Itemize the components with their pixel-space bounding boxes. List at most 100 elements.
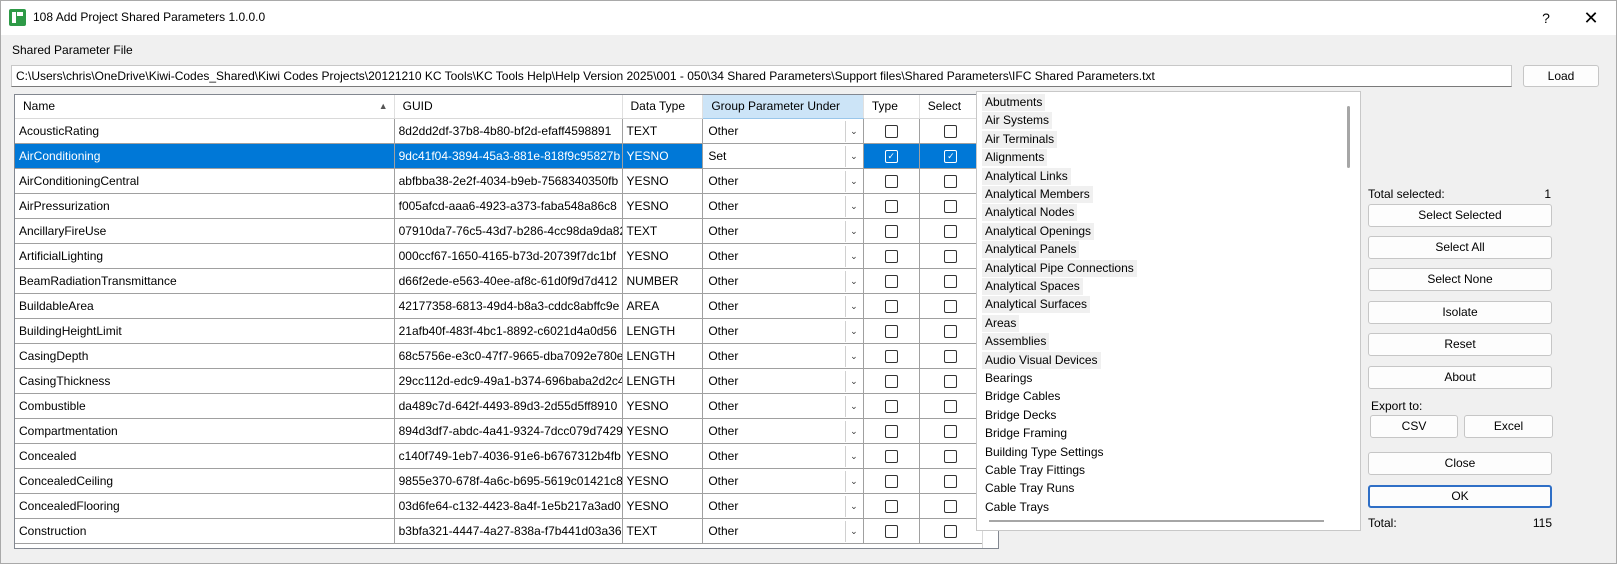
group-combo-cell[interactable]: Other ⌄ xyxy=(702,193,864,219)
select-checkbox-cell[interactable] xyxy=(919,268,982,294)
group-combo-cell[interactable]: Other ⌄ xyxy=(702,393,864,419)
list-item[interactable]: Assemblies xyxy=(982,333,1050,351)
param-name-cell[interactable]: Construction xyxy=(15,518,395,544)
group-parameter-dropdown[interactable]: Other ⌄ xyxy=(707,345,863,367)
chevron-down-icon[interactable]: ⌄ xyxy=(844,121,862,142)
group-parameter-dropdown[interactable]: Other ⌄ xyxy=(707,270,863,292)
group-parameter-dropdown[interactable]: Other ⌄ xyxy=(707,495,863,517)
group-parameter-dropdown[interactable]: Other ⌄ xyxy=(707,120,863,142)
chevron-down-icon[interactable]: ⌄ xyxy=(844,421,862,442)
select-checkbox[interactable] xyxy=(944,224,958,238)
list-item[interactable]: Analytical Panels xyxy=(982,241,1080,259)
column-header-group-parameter-under[interactable]: Group Parameter Under xyxy=(702,95,864,119)
list-item[interactable]: Analytical Openings xyxy=(982,222,1095,240)
select-checkbox-cell[interactable] xyxy=(919,418,982,444)
list-item[interactable]: Areas xyxy=(982,314,1020,332)
group-parameter-dropdown[interactable]: Other ⌄ xyxy=(707,295,863,317)
list-item[interactable]: Bridge Decks xyxy=(982,407,1059,424)
list-item[interactable]: Air Systems xyxy=(982,112,1053,130)
group-combo-cell[interactable]: Other ⌄ xyxy=(702,443,864,469)
select-checkbox-cell[interactable] xyxy=(919,518,982,544)
group-parameter-dropdown[interactable]: Set ⌄ xyxy=(707,145,863,167)
param-data-type-cell[interactable]: TEXT xyxy=(622,218,704,244)
select-checkbox[interactable] xyxy=(944,124,958,138)
table-row[interactable]: CasingDepth 68c5756e-e3c0-47f7-9665-dba70… xyxy=(15,343,982,369)
param-name-cell[interactable]: AirPressurization xyxy=(15,193,395,219)
table-row[interactable]: CasingThickness 29cc112d-edc9-49a1-b374-6… xyxy=(15,368,982,394)
group-parameter-dropdown[interactable]: Other ⌄ xyxy=(707,320,863,342)
group-combo-cell[interactable]: Other ⌄ xyxy=(702,518,864,544)
select-checkbox-cell[interactable] xyxy=(919,318,982,344)
select-checkbox-cell[interactable] xyxy=(919,193,982,219)
param-guid-cell[interactable]: 21afb40f-483f-4bc1-8892-c6021d4a0d56 xyxy=(394,318,623,344)
table-row[interactable]: Concealed c140f749-1eb7-4036-91e6-b676731… xyxy=(15,443,982,469)
select-checkbox[interactable] xyxy=(944,449,958,463)
select-checkbox-cell[interactable] xyxy=(919,343,982,369)
type-checkbox-cell[interactable] xyxy=(863,393,920,419)
param-guid-cell[interactable]: 29cc112d-edc9-49a1-b374-696baba2d2c4 xyxy=(394,368,623,394)
param-guid-cell[interactable]: 68c5756e-e3c0-47f7-9665-dba7092e780e xyxy=(394,343,623,369)
column-header-type[interactable]: Type xyxy=(863,95,920,119)
chevron-down-icon[interactable]: ⌄ xyxy=(844,271,862,292)
group-combo-cell[interactable]: Other ⌄ xyxy=(702,493,864,519)
param-data-type-cell[interactable]: LENGTH xyxy=(622,368,704,394)
list-item[interactable]: Bridge Cables xyxy=(982,388,1063,405)
param-data-type-cell[interactable]: TEXT xyxy=(622,518,704,544)
group-parameter-dropdown[interactable]: Other ⌄ xyxy=(707,370,863,392)
param-data-type-cell[interactable]: LENGTH xyxy=(622,318,704,344)
category-list[interactable]: Abutments Air Systems Air Terminals Alignme… xyxy=(976,91,1361,531)
select-checkbox[interactable] xyxy=(944,324,958,338)
list-item[interactable]: Alignments xyxy=(982,149,1048,167)
group-combo-cell[interactable]: Other ⌄ xyxy=(702,468,864,494)
table-row[interactable]: Construction b3bfa321-4447-4a27-838a-f7b4… xyxy=(15,518,982,544)
list-item[interactable]: Analytical Spaces xyxy=(982,278,1083,295)
type-checkbox[interactable] xyxy=(884,474,898,488)
param-name-cell[interactable]: BeamRadiationTransmittance xyxy=(15,268,395,294)
type-checkbox[interactable] xyxy=(884,324,898,338)
select-checkbox-cell[interactable]: ✓ xyxy=(919,143,982,169)
type-checkbox-cell[interactable] xyxy=(863,268,920,294)
param-data-type-cell[interactable]: YESNO xyxy=(622,393,704,419)
param-data-type-cell[interactable]: YESNO xyxy=(622,418,704,444)
group-parameter-dropdown[interactable]: Other ⌄ xyxy=(707,420,863,442)
type-checkbox-cell[interactable] xyxy=(863,468,920,494)
chevron-down-icon[interactable]: ⌄ xyxy=(844,446,862,467)
select-checkbox-cell[interactable] xyxy=(919,243,982,269)
group-combo-cell[interactable]: Other ⌄ xyxy=(702,118,864,144)
select-checkbox[interactable] xyxy=(944,199,958,213)
ok-button[interactable]: OK xyxy=(1368,485,1552,508)
category-vertical-scroll-thumb[interactable] xyxy=(1347,106,1350,168)
type-checkbox-cell[interactable] xyxy=(863,493,920,519)
chevron-down-icon[interactable]: ⌄ xyxy=(844,146,862,167)
param-data-type-cell[interactable]: TEXT xyxy=(622,118,704,144)
select-checkbox-cell[interactable] xyxy=(919,468,982,494)
param-name-cell[interactable]: Concealed xyxy=(15,443,395,469)
column-header-select[interactable]: Select xyxy=(919,95,982,119)
param-data-type-cell[interactable]: YESNO xyxy=(622,493,704,519)
type-checkbox[interactable] xyxy=(884,249,898,263)
param-name-cell[interactable]: Combustible xyxy=(15,393,395,419)
help-button[interactable]: ? xyxy=(1531,4,1561,32)
table-row[interactable]: AirPressurization f005afcd-aaa6-4923-a373… xyxy=(15,193,982,219)
type-checkbox[interactable] xyxy=(884,224,898,238)
select-checkbox[interactable] xyxy=(944,299,958,313)
list-item[interactable]: Analytical Nodes xyxy=(982,204,1078,222)
chevron-down-icon[interactable]: ⌄ xyxy=(844,296,862,317)
param-data-type-cell[interactable]: YESNO xyxy=(622,193,704,219)
group-combo-cell[interactable]: Other ⌄ xyxy=(702,368,864,394)
select-checkbox-cell[interactable] xyxy=(919,168,982,194)
select-checkbox[interactable] xyxy=(944,499,958,513)
type-checkbox[interactable] xyxy=(884,524,898,538)
select-checkbox[interactable] xyxy=(944,374,958,388)
group-combo-cell[interactable]: Other ⌄ xyxy=(702,318,864,344)
chevron-down-icon[interactable]: ⌄ xyxy=(844,171,862,192)
chevron-down-icon[interactable]: ⌄ xyxy=(844,396,862,417)
param-guid-cell[interactable]: 894d3df7-abdc-4a41-9324-7dcc079d7429 xyxy=(394,418,623,444)
table-row[interactable]: ConcealedCeiling 9855e370-678f-4a6c-b695-… xyxy=(15,468,982,494)
param-guid-cell[interactable]: abfbba38-2e2f-4034-b9eb-7568340350fb xyxy=(394,168,623,194)
list-item[interactable]: Abutments xyxy=(982,94,1046,111)
type-checkbox-cell[interactable] xyxy=(863,368,920,394)
table-row[interactable]: AirConditioningCentral abfbba38-2e2f-4034… xyxy=(15,168,982,194)
param-guid-cell[interactable]: da489c7d-642f-4493-89d3-2d55d5ff8910 xyxy=(394,393,623,419)
select-checkbox-cell[interactable] xyxy=(919,393,982,419)
